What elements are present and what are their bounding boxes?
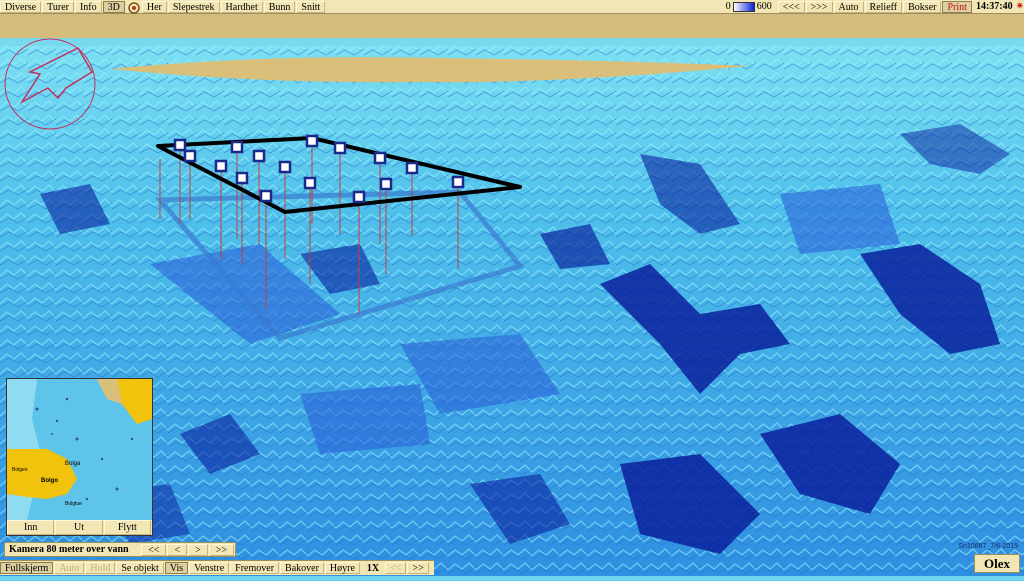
- bottom-toolbar: Fullskjerm Auto Hold Se objekt Vis Venst…: [0, 560, 434, 575]
- overview-minimap[interactable]: Bolga Bolgen Bolgo Bolgtue Inn Ut Flytt: [6, 378, 153, 536]
- menu-bunn-button[interactable]: Bunn: [263, 0, 296, 13]
- camera-fast-back-button[interactable]: <<: [141, 543, 167, 556]
- move-button[interactable]: Flytt: [103, 520, 151, 535]
- zoom-out-button[interactable]: Ut: [55, 520, 103, 535]
- sun-icon: ✷: [1015, 1, 1024, 12]
- fullscreen-button[interactable]: Fullskjerm: [0, 562, 54, 574]
- data-stamp: Sn10887_7/6-2019: [958, 543, 1018, 550]
- depth-scale-bar: [732, 1, 755, 12]
- left-button[interactable]: Venstre: [189, 562, 230, 574]
- camera-fast-forward-button[interactable]: >>: [208, 543, 234, 556]
- next-button[interactable]: >>>: [805, 0, 833, 13]
- horizon-land: [0, 14, 1024, 38]
- menu-hardhet-button[interactable]: Hardhet: [220, 0, 263, 13]
- minimap-label-bolgen: Bolgen: [12, 467, 28, 473]
- menu-turer-button[interactable]: Turer: [42, 0, 74, 13]
- camera-status-bar: Kamera 80 meter over vann << < > >>: [4, 542, 236, 557]
- auto-camera-button[interactable]: Auto: [54, 562, 85, 574]
- menu-slepestrek-button[interactable]: Slepestrek: [167, 0, 220, 13]
- prev-button[interactable]: <<<: [777, 0, 805, 13]
- zoom-in-button[interactable]: Inn: [7, 520, 55, 535]
- auto-button[interactable]: Auto: [833, 0, 864, 13]
- menu-snitt-button[interactable]: Snitt: [296, 0, 326, 13]
- minimap-label-bolgo: Bolgo: [41, 478, 58, 484]
- print-button[interactable]: Print: [942, 0, 972, 13]
- scale-max-label: 600: [756, 1, 772, 12]
- clock: 14:37:40: [975, 1, 1013, 12]
- minimap-label-bolgtue: Bolgtue: [65, 501, 82, 507]
- show-button[interactable]: Vis: [164, 562, 189, 574]
- minimap-buttons: Inn Ut Flytt: [7, 520, 152, 535]
- top-toolbar: Diverse Turer Info 3D Her Slepestrek Har…: [0, 0, 1024, 14]
- menu-info-button[interactable]: Info: [74, 0, 102, 13]
- olex-logo-button[interactable]: Olex: [974, 554, 1020, 573]
- relieff-button[interactable]: Relieff: [864, 0, 903, 13]
- menu-her-button[interactable]: Her: [141, 0, 167, 13]
- menu-diverse-button[interactable]: Diverse: [0, 0, 42, 13]
- see-object-button[interactable]: Se objekt: [116, 562, 164, 574]
- depth-scale: 0 600: [726, 1, 772, 12]
- camera-height-text: Kamera 80 meter over vann: [9, 544, 129, 555]
- backward-button[interactable]: Bakover: [280, 562, 324, 574]
- forward-button[interactable]: Fremover: [230, 562, 280, 574]
- camera-back-button[interactable]: <: [167, 543, 188, 556]
- zoom-down-button[interactable]: <<: [385, 562, 407, 574]
- hold-button[interactable]: Hold: [85, 562, 116, 574]
- scale-min-label: 0: [725, 1, 731, 12]
- bokser-button[interactable]: Bokser: [903, 0, 942, 13]
- terrain-3d-view[interactable]: [0, 14, 1024, 576]
- target-icon[interactable]: [128, 1, 140, 14]
- camera-forward-button[interactable]: >: [188, 543, 208, 556]
- minimap-label-bolga: Bolga: [65, 461, 81, 467]
- right-toolbar: 0 600 <<< >>> Auto Relieff Bokser Print …: [726, 0, 1024, 13]
- zoom-level: 1X: [366, 562, 380, 574]
- view-3d-button[interactable]: 3D: [102, 0, 125, 13]
- right-button[interactable]: Høyre: [324, 562, 360, 574]
- zoom-up-button[interactable]: >>: [407, 562, 429, 574]
